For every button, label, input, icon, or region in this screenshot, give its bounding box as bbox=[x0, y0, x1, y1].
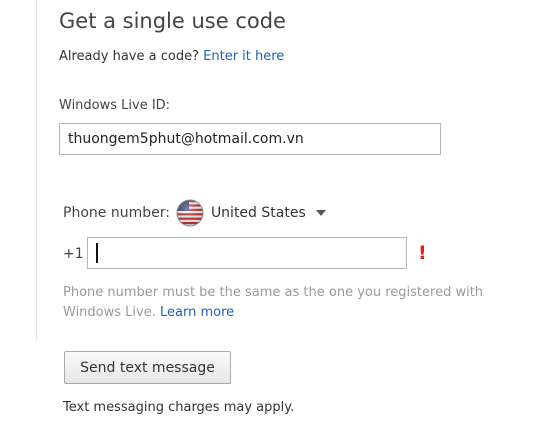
exclamation-icon: ! bbox=[418, 242, 427, 264]
phone-number-row: Phone number: United States bbox=[63, 199, 326, 227]
us-flag-icon bbox=[176, 199, 204, 227]
text-cursor bbox=[96, 243, 98, 263]
live-id-label: Windows Live ID: bbox=[59, 98, 171, 113]
country-select[interactable]: United States bbox=[170, 199, 326, 227]
phone-number-label: Phone number: bbox=[63, 205, 170, 221]
live-id-input[interactable] bbox=[59, 123, 441, 155]
have-code-text: Already have a code? bbox=[59, 49, 199, 64]
left-divider bbox=[36, 0, 37, 340]
send-text-message-button[interactable]: Send text message bbox=[64, 351, 231, 384]
have-code-line: Already have a code? Enter it here bbox=[59, 49, 284, 64]
phone-hint: Phone number must be the same as the one… bbox=[63, 283, 543, 323]
chevron-down-icon bbox=[315, 210, 326, 216]
enter-code-link[interactable]: Enter it here bbox=[203, 49, 284, 64]
page-title: Get a single use code bbox=[59, 9, 286, 33]
single-use-code-page: Get a single use code Already have a cod… bbox=[0, 0, 550, 432]
charges-note: Text messaging charges may apply. bbox=[63, 400, 295, 415]
country-name: United States bbox=[210, 205, 306, 221]
country-code: +1 bbox=[63, 246, 84, 262]
learn-more-link[interactable]: Learn more bbox=[160, 305, 234, 320]
phone-hint-text: Phone number must be the same as the one… bbox=[63, 285, 484, 320]
phone-number-input[interactable] bbox=[87, 237, 407, 269]
